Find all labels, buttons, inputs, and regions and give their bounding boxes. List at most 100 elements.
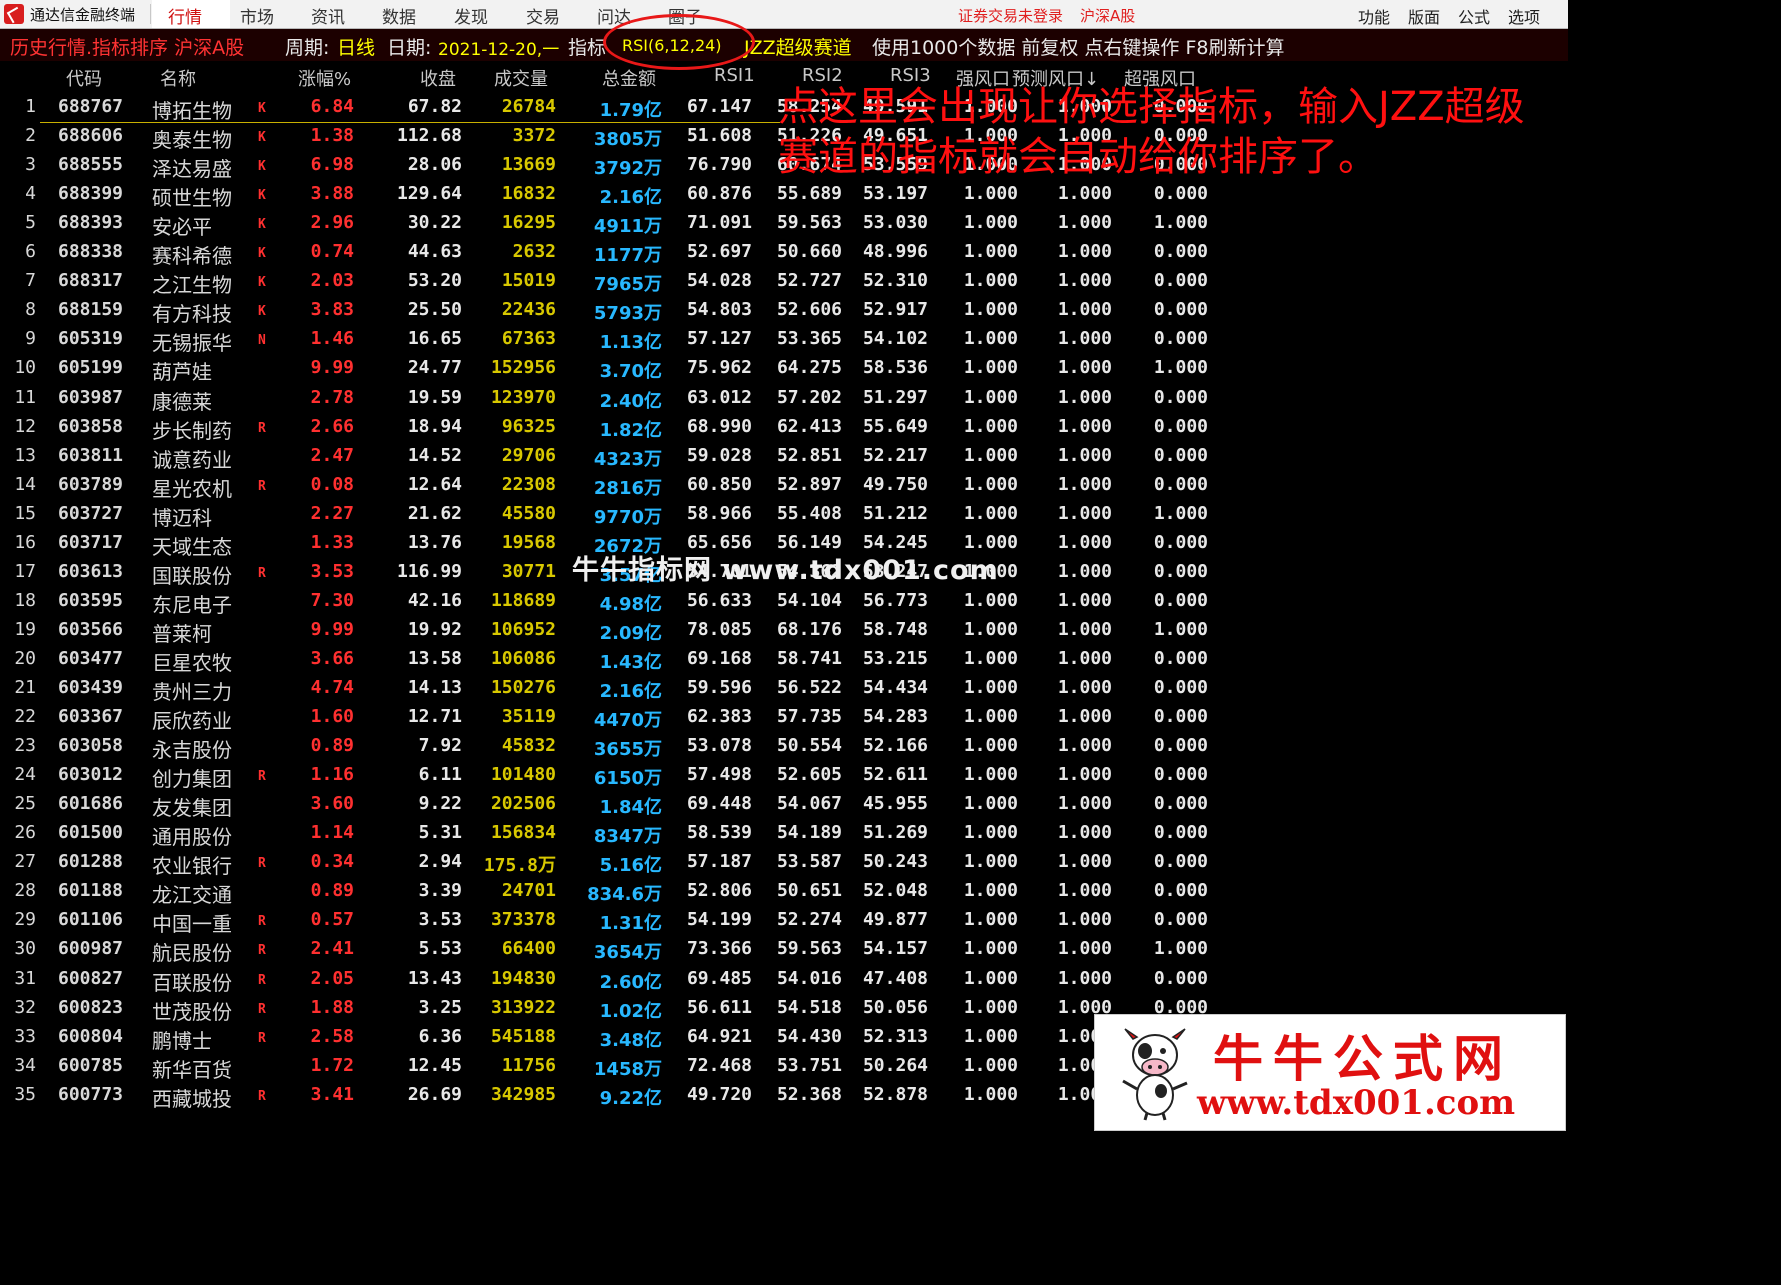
strong-outlet-value: 1.000 (963, 1054, 1018, 1076)
rsi2-value: 50.651 (776, 880, 842, 902)
row-index: 3 (25, 154, 36, 176)
strong-outlet-value: 1.000 (963, 967, 1018, 989)
header-name[interactable]: 名称 (160, 65, 196, 91)
rsi3-value: 50.243 (862, 851, 928, 873)
close-price: 42.16 (407, 589, 462, 611)
menu-item-formula[interactable]: 公式 (1458, 4, 1490, 28)
amount: 1.82亿 (599, 419, 662, 441)
table-row[interactable]: 5 688393 安必平 K 2.96 30.22 16295 4911万 71.091 59.5… (0, 212, 1568, 241)
rsi2-value: 56.522 (776, 677, 842, 698)
table-row[interactable]: 23 603058 永吉股份 0.89 7.92 45832 3655万 53.078 50.5… (0, 735, 1568, 764)
table-row[interactable]: 31 600827 百联股份 R 2.05 13.43 194830 2.60亿 69.485 5… (0, 968, 1568, 997)
menu-item-discover[interactable]: 发现 (454, 3, 488, 28)
forecast-outlet-value: 1.000 (1057, 677, 1112, 698)
stock-name: 创力集团 (152, 767, 232, 792)
forecast-outlet-value: 1.000 (1057, 241, 1112, 263)
close-price: 13.43 (407, 967, 462, 989)
stock-flag: R (258, 856, 266, 872)
table-row[interactable]: 13 603811 诚意药业 2.47 14.52 29706 4323万 59.028 52.… (0, 445, 1568, 474)
table-row[interactable]: 8 688159 有方科技 K 3.83 25.50 22436 5793万 54.803 52.… (0, 299, 1568, 328)
rsi1-value: 52.806 (686, 880, 752, 902)
stock-flag: K (258, 101, 266, 116)
row-index: 4 (25, 183, 36, 205)
market-label[interactable]: 沪深A股 (1080, 5, 1135, 26)
table-row[interactable]: 28 601188 龙江交通 0.89 3.39 24701 834.6万 52.806 50.… (0, 880, 1568, 909)
stock-code: 600804 (58, 1025, 124, 1047)
rsi3-value: 50.264 (862, 1054, 928, 1076)
header-close[interactable]: 收盘 (420, 65, 456, 91)
amount: 5793万 (593, 303, 662, 325)
stock-flag: R (258, 943, 266, 959)
table-row[interactable]: 21 603439 贵州三力 4.74 14.13 150276 2.16亿 59.596 56… (0, 677, 1568, 706)
menu-item-data[interactable]: 数据 (382, 3, 416, 28)
menu-item-news[interactable]: 资讯 (311, 3, 345, 28)
table-row[interactable]: 26 601500 通用股份 1.14 5.31 156834 8347万 58.539 54.… (0, 822, 1568, 851)
menu-item-layout[interactable]: 版面 (1408, 4, 1440, 28)
stock-code: 688317 (58, 270, 124, 292)
menu-item-quotes[interactable]: 行情 (168, 3, 202, 28)
table-row[interactable]: 7 688317 之江生物 K 2.03 53.20 15019 7965万 54.028 52.… (0, 270, 1568, 299)
rsi1-value: 49.720 (686, 1083, 752, 1105)
volume: 13669 (501, 154, 556, 176)
table-row[interactable]: 4 688399 硕世生物 K 3.88 129.64 16832 2.16亿 60.876 55… (0, 183, 1568, 212)
header-code[interactable]: 代码 (66, 65, 102, 91)
rsi3-value: 52.310 (862, 270, 928, 292)
close-price: 129.64 (396, 183, 462, 205)
change-percent: 3.88 (310, 183, 354, 205)
table-row[interactable]: 6 688338 赛科希德 K 0.74 44.63 2632 1177万 52.697 50.6… (0, 241, 1568, 270)
menu-item-options[interactable]: 选项 (1508, 4, 1540, 28)
date-value[interactable]: 2021-12-20,一 (438, 35, 559, 60)
rsi1-value: 69.168 (686, 647, 752, 669)
rsi2-value: 54.518 (776, 996, 842, 1018)
table-row[interactable]: 18 603595 东尼电子 7.30 42.16 118689 4.98亿 56.633 54… (0, 590, 1568, 619)
rsi1-value: 58.966 (686, 502, 752, 524)
table-row[interactable]: 10 605199 葫芦娃 9.99 24.77 152956 3.70亿 75.962 64.… (0, 357, 1568, 386)
table-row[interactable]: 9 605319 无锡振华 N 1.46 16.65 67363 1.13亿 57.127 53.… (0, 328, 1568, 357)
table-row[interactable]: 30 600987 航民股份 R 2.41 5.53 66400 3654万 73.366 59.… (0, 938, 1568, 967)
table-row[interactable]: 29 601106 中国一重 R 0.57 3.53 373378 1.31亿 54.199 52… (0, 909, 1568, 938)
stock-code: 600827 (58, 967, 124, 989)
rsi2-value: 50.554 (776, 735, 842, 757)
table-row[interactable]: 14 603789 星光农机 R 0.08 12.64 22308 2816万 60.850 52… (0, 474, 1568, 503)
stock-name: 赛科希德 (152, 244, 232, 269)
stock-name: 博拓生物 (152, 99, 232, 123)
volume: 150276 (490, 677, 556, 698)
rsi1-value: 56.633 (686, 589, 752, 611)
menu-item-trade[interactable]: 交易 (526, 3, 560, 28)
volume: 24701 (501, 880, 556, 902)
rsi1-value: 60.850 (686, 473, 752, 495)
table-row[interactable]: 20 603477 巨星农牧 3.66 13.58 106086 1.43亿 69.168 58… (0, 648, 1568, 677)
rsi1-value: 54.199 (686, 909, 752, 931)
header-change[interactable]: 涨幅% (298, 65, 351, 91)
close-price: 30.22 (407, 212, 462, 234)
change-percent: 1.88 (310, 996, 354, 1018)
rsi1-value: 64.921 (686, 1025, 752, 1047)
close-price: 12.64 (407, 473, 462, 495)
period-value[interactable]: 日线 (337, 33, 375, 60)
volume: 106086 (490, 647, 556, 669)
strong-outlet-value: 1.000 (963, 938, 1018, 960)
rsi3-value: 54.434 (862, 677, 928, 698)
table-row[interactable]: 12 603858 步长制药 R 2.66 18.94 96325 1.82亿 68.990 62… (0, 416, 1568, 445)
stock-flag: R (258, 478, 266, 494)
table-row[interactable]: 27 601288 农业银行 R 0.34 2.94 175.8万 5.16亿 57.187 53… (0, 851, 1568, 880)
table-row[interactable]: 24 603012 创力集团 R 1.16 6.11 101480 6150万 57.498 52… (0, 764, 1568, 793)
menu-item-function[interactable]: 功能 (1358, 4, 1390, 28)
super-outlet-value: 0.000 (1153, 444, 1208, 466)
menu-item-market[interactable]: 市场 (240, 3, 274, 28)
stock-flag: K (258, 188, 266, 204)
header-rsi1[interactable]: RSI1 (714, 65, 755, 86)
table-row[interactable]: 22 603367 辰欣药业 1.60 12.71 35119 4470万 62.383 57.… (0, 706, 1568, 735)
table-row[interactable]: 25 601686 友发集团 3.60 9.22 202506 1.84亿 69.448 54.… (0, 793, 1568, 822)
change-percent: 2.41 (310, 938, 354, 960)
amount: 4.98亿 (599, 593, 662, 615)
strong-outlet-value: 1.000 (963, 793, 1018, 815)
table-row[interactable]: 15 603727 博迈科 2.27 21.62 45580 9770万 58.966 55.4… (0, 503, 1568, 532)
header-volume[interactable]: 成交量 (494, 65, 548, 91)
formula-name[interactable]: JZZ超级赛道 (744, 33, 852, 60)
table-row[interactable]: 11 603987 康德莱 2.78 19.59 123970 2.40亿 63.012 57.… (0, 387, 1568, 416)
info-bar: 历史行情.指标排序 沪深A股 周期: 日线 日期: 2021-12-20,一 指… (0, 29, 1568, 61)
header-amount[interactable]: 总金额 (602, 65, 656, 91)
table-row[interactable]: 19 603566 普莱柯 9.99 19.92 106952 2.09亿 78.085 68.… (0, 619, 1568, 648)
login-status-link[interactable]: 证券交易未登录 (958, 5, 1063, 26)
